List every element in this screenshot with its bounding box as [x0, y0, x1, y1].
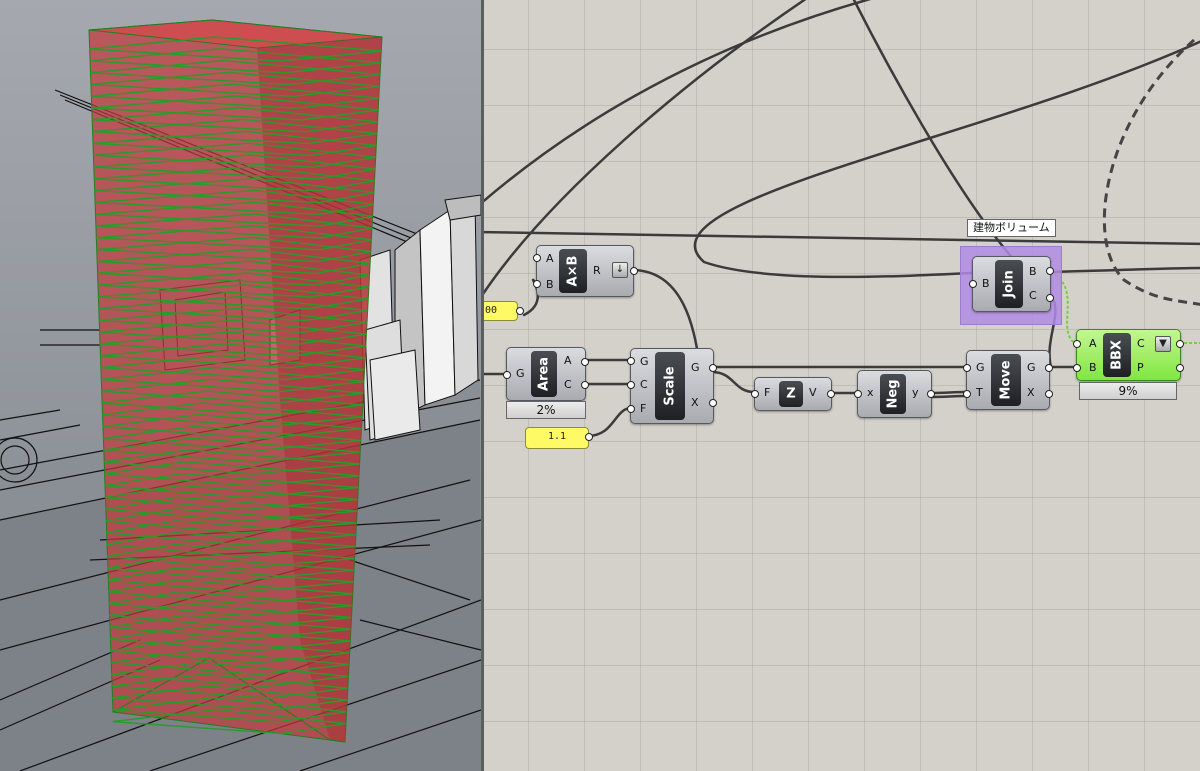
viewport-scene — [0, 0, 481, 771]
scale-component[interactable]: G C F Scale G X — [630, 348, 714, 424]
port-grip[interactable] — [1046, 267, 1054, 275]
input-g[interactable]: G — [976, 362, 985, 374]
input-b[interactable]: B — [546, 279, 554, 291]
port-grip[interactable] — [1046, 294, 1054, 302]
area-nickname: Area — [536, 356, 552, 392]
port-grip[interactable] — [581, 381, 589, 389]
input-a[interactable]: A — [1089, 338, 1097, 350]
output-b[interactable]: B — [1029, 266, 1037, 278]
port-grip[interactable] — [1073, 340, 1081, 348]
port-grip[interactable] — [963, 390, 971, 398]
move-nickname: Move — [998, 360, 1014, 400]
port-grip[interactable] — [533, 254, 541, 262]
output-x[interactable]: X — [691, 397, 699, 409]
port-grip[interactable] — [503, 371, 511, 379]
wire — [928, 390, 968, 395]
output-c[interactable]: C — [564, 379, 572, 391]
negative-nickname: Neg — [885, 379, 901, 409]
output-p[interactable]: P — [1137, 362, 1144, 374]
output-a[interactable]: A — [564, 355, 572, 367]
port-grip[interactable] — [533, 280, 541, 288]
move-component[interactable]: G T Move G X — [966, 350, 1050, 410]
output-y[interactable]: y — [912, 387, 919, 399]
bbx-progress: 9% — [1079, 382, 1177, 400]
arrow-down-icon[interactable]: ↓ — [612, 262, 628, 278]
port-grip[interactable] — [751, 390, 759, 398]
area-component[interactable]: G Area A C — [506, 347, 586, 401]
multiply-nickname: A×B — [565, 255, 581, 287]
input-a[interactable]: A — [546, 253, 554, 265]
port-grip[interactable] — [581, 358, 589, 366]
wire — [484, 0, 872, 203]
scale-factor-panel[interactable]: 1.1 — [525, 427, 589, 449]
wire — [710, 370, 756, 394]
join-component[interactable]: B Join B C — [972, 256, 1051, 312]
port-grip[interactable] — [969, 280, 977, 288]
area-progress: 2% — [506, 401, 586, 419]
scale-nickname: Scale — [662, 366, 678, 406]
panel-output-grip[interactable] — [585, 433, 593, 441]
port-grip[interactable] — [627, 357, 635, 365]
output-r[interactable]: R — [593, 265, 601, 277]
dashed-wire — [1102, 38, 1200, 306]
output-g[interactable]: G — [691, 362, 700, 374]
output-c[interactable]: C — [1029, 290, 1037, 302]
port-grip[interactable] — [963, 364, 971, 372]
input-b[interactable]: B — [1089, 362, 1097, 374]
wire — [693, 40, 1200, 279]
funnel-icon[interactable]: ▼ — [1155, 336, 1171, 352]
port-grip[interactable] — [1045, 390, 1053, 398]
port-grip[interactable] — [709, 399, 717, 407]
output-x[interactable]: X — [1027, 387, 1035, 399]
input-t[interactable]: T — [976, 387, 983, 399]
input-g[interactable]: G — [516, 368, 525, 380]
input-x[interactable]: x — [867, 387, 874, 399]
unit-z-nickname: Z — [786, 386, 796, 402]
port-grip[interactable] — [627, 381, 635, 389]
wire — [484, 230, 1200, 246]
join-nickname: Join — [1001, 270, 1017, 298]
negative-component[interactable]: x Neg y — [857, 370, 932, 418]
port-grip[interactable] — [630, 267, 638, 275]
wire — [630, 268, 701, 362]
output-c[interactable]: C — [1137, 338, 1145, 350]
input-f[interactable]: F — [764, 387, 770, 399]
wire — [1047, 266, 1200, 274]
multiply-component[interactable]: A B A×B R ↓ — [536, 245, 634, 297]
port-grip[interactable] — [1073, 364, 1081, 372]
input-b[interactable]: B — [982, 278, 990, 290]
output-v[interactable]: V — [809, 387, 817, 399]
port-grip[interactable] — [709, 364, 717, 372]
number-panel-left[interactable]: 00 — [484, 301, 518, 321]
port-grip[interactable] — [1176, 340, 1184, 348]
port-grip[interactable] — [827, 390, 835, 398]
wire — [585, 406, 632, 438]
port-grip[interactable] — [927, 390, 935, 398]
port-grip[interactable] — [1045, 364, 1053, 372]
input-g[interactable]: G — [640, 356, 649, 368]
panel-output-grip[interactable] — [516, 307, 524, 315]
input-f[interactable]: F — [640, 403, 646, 415]
port-grip[interactable] — [854, 390, 862, 398]
port-grip[interactable] — [627, 405, 635, 413]
rhino-viewport[interactable] — [0, 0, 481, 771]
grasshopper-canvas[interactable]: 建物ボリューム 00 A B A×B R ↓ G Area A C 2% 1.1… — [484, 0, 1200, 771]
output-g[interactable]: G — [1027, 362, 1036, 374]
unit-z-component[interactable]: F Z V — [754, 377, 832, 411]
bounding-box-component[interactable]: A B BBX C P ▼ — [1076, 329, 1181, 381]
bbx-nickname: BBX — [1109, 340, 1125, 370]
input-c[interactable]: C — [640, 379, 648, 391]
group-label[interactable]: 建物ボリューム — [967, 219, 1056, 237]
wire — [928, 394, 968, 399]
tower-volume-preview — [88, 19, 383, 743]
port-grip[interactable] — [1176, 364, 1184, 372]
